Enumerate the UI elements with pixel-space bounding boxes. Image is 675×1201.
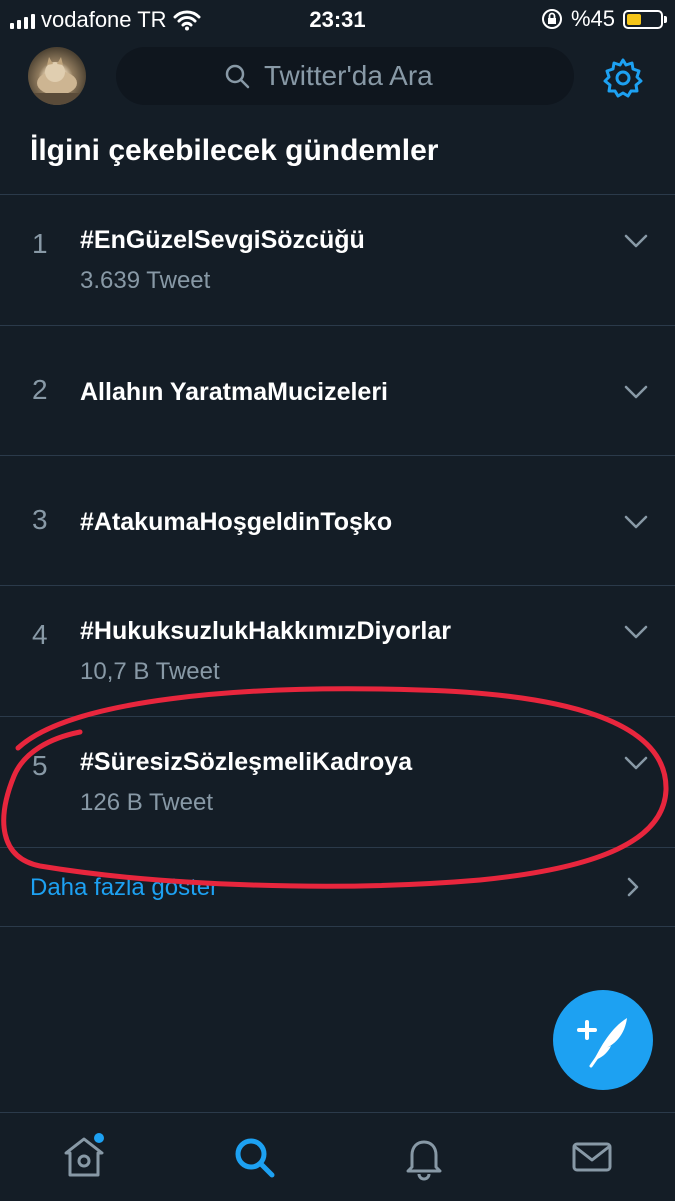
trend-tweet-count: 126 B Tweet bbox=[80, 789, 213, 816]
trend-item-3[interactable]: 3 #AtakumaHoşgeldinToşko bbox=[0, 456, 675, 586]
trend-name: #HukuksuzlukHakkımızDiyorlar bbox=[80, 617, 451, 645]
trend-rank: 4 bbox=[32, 619, 48, 650]
trend-rank: 2 bbox=[32, 374, 48, 405]
header bbox=[0, 40, 675, 118]
chevron-down-icon[interactable] bbox=[624, 755, 648, 771]
show-more-label: Daha fazla göster bbox=[30, 874, 219, 901]
chevron-down-icon[interactable] bbox=[624, 514, 648, 530]
home-icon[interactable] bbox=[60, 1133, 108, 1181]
page-title: İlgini çekebilecek gündemler bbox=[30, 134, 439, 167]
gear-icon[interactable] bbox=[602, 57, 644, 99]
battery-icon bbox=[623, 9, 667, 29]
messages-icon[interactable] bbox=[568, 1133, 616, 1181]
chevron-right-icon bbox=[627, 877, 639, 897]
search-icon[interactable] bbox=[230, 1133, 278, 1181]
trend-rank: 1 bbox=[32, 228, 48, 259]
avatar[interactable] bbox=[28, 47, 86, 105]
trend-name: #EnGüzelSevgiSözcüğü bbox=[80, 226, 365, 254]
trend-item-2[interactable]: 2 Allahın YaratmaMucizeleri bbox=[0, 326, 675, 456]
trend-rank: 3 bbox=[32, 504, 48, 535]
chevron-down-icon[interactable] bbox=[624, 624, 648, 640]
search-input[interactable] bbox=[262, 59, 466, 93]
show-more-link[interactable]: Daha fazla göster bbox=[0, 848, 675, 926]
compose-feather-icon bbox=[577, 1018, 627, 1068]
chevron-down-icon[interactable] bbox=[624, 384, 648, 400]
trend-item-4[interactable]: 4 #HukuksuzlukHakkımızDiyorlar 10,7 B Tw… bbox=[0, 586, 675, 716]
trend-tweet-count: 10,7 B Tweet bbox=[80, 658, 220, 685]
trend-name: Allahın YaratmaMucizeleri bbox=[80, 378, 388, 406]
status-right: %45 bbox=[541, 6, 667, 32]
trend-item-5[interactable]: 5 #SüresizSözleşmeliKadroya 126 B Tweet bbox=[0, 717, 675, 847]
search-icon bbox=[225, 64, 250, 89]
orientation-lock-icon bbox=[541, 9, 562, 29]
trend-tweet-count: 3.639 Tweet bbox=[80, 267, 211, 294]
trend-name: #SüresizSözleşmeliKadroya bbox=[80, 748, 413, 776]
trend-name: #AtakumaHoşgeldinToşko bbox=[80, 508, 393, 536]
trend-item-1[interactable]: 1 #EnGüzelSevgiSözcüğü 3.639 Tweet bbox=[0, 195, 675, 325]
notifications-icon[interactable] bbox=[400, 1133, 448, 1181]
battery-percent: %45 bbox=[570, 6, 615, 31]
status-bar: vodafone TR 23:31 %45 bbox=[0, 0, 675, 40]
search-bar[interactable] bbox=[116, 47, 574, 105]
compose-tweet-button[interactable] bbox=[553, 990, 653, 1090]
trend-rank: 5 bbox=[32, 750, 48, 781]
divider bbox=[0, 926, 675, 927]
tab-bar bbox=[0, 1112, 675, 1201]
chevron-down-icon[interactable] bbox=[624, 233, 648, 249]
